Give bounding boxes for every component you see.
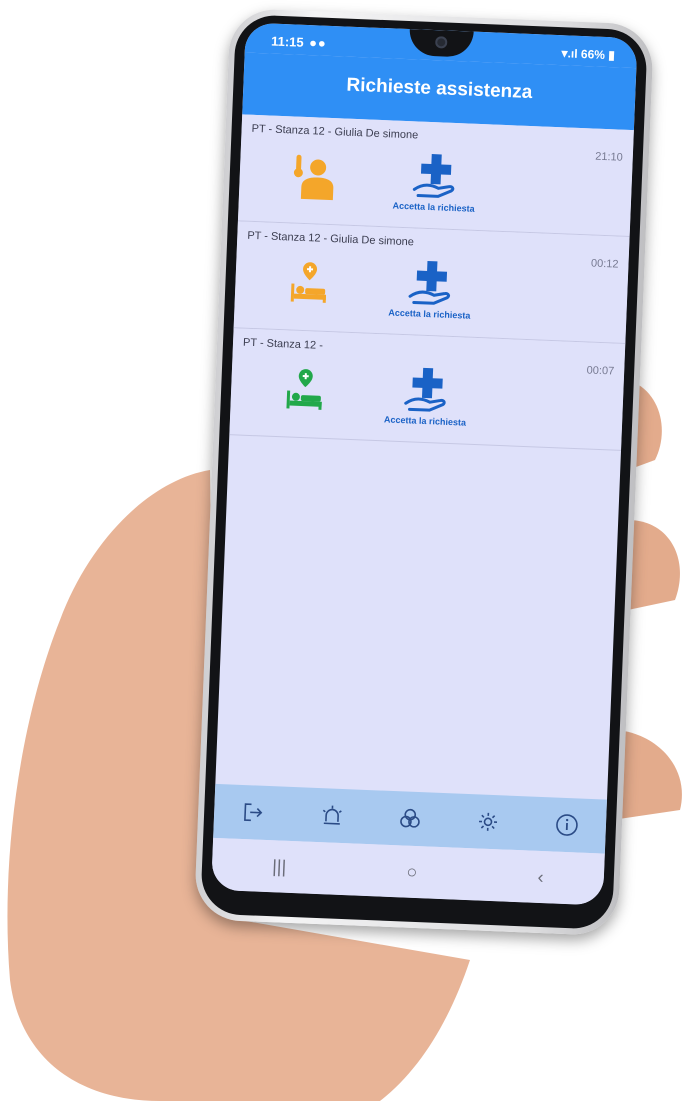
request-title: PT - Stanza 12 - Giulia De simone xyxy=(251,122,419,142)
request-time: 00:12 xyxy=(590,257,619,271)
back-button[interactable]: ‹ xyxy=(537,866,544,887)
request-card[interactable]: PT - Stanza 12 - 00:07 Accetta la richie… xyxy=(229,328,626,451)
request-list: PT - Stanza 12 - Giulia De simone 21:10 xyxy=(229,114,634,451)
accept-request-label: Accetta la richiesta xyxy=(392,200,475,214)
accept-request-button[interactable]: Accetta la richiesta xyxy=(378,150,491,222)
bed-alert-icon xyxy=(284,259,334,309)
phone-device: 11:15 ●● ▾.ıl 66% ▮ Richieste assistenza… xyxy=(193,7,655,937)
accept-request-label: Accetta la richiesta xyxy=(388,307,471,321)
status-time: 11:15 xyxy=(270,33,304,50)
care-hand-icon xyxy=(408,260,451,305)
phone-screen: 11:15 ●● ▾.ıl 66% ▮ Richieste assistenza… xyxy=(211,22,638,906)
battery-level: 66% xyxy=(580,46,606,62)
settings-icon[interactable] xyxy=(468,801,510,843)
notification-icons: ●● xyxy=(308,35,328,51)
logout-icon[interactable] xyxy=(233,792,275,834)
request-time: 21:10 xyxy=(595,150,624,164)
signal-icon: ▾.ıl xyxy=(561,46,582,61)
fever-person-icon xyxy=(289,152,339,202)
care-hand-icon xyxy=(404,367,446,412)
request-card[interactable]: PT - Stanza 12 - Giulia De simone 00:12 xyxy=(233,221,630,344)
home-button[interactable]: ○ xyxy=(406,861,418,882)
request-card[interactable]: PT - Stanza 12 - Giulia De simone 21:10 xyxy=(237,114,634,238)
request-time: 00:07 xyxy=(586,364,615,378)
accept-request-button[interactable]: Accetta la richiesta xyxy=(370,364,483,436)
status-right: ▾.ıl 66% ▮ xyxy=(561,46,615,62)
request-title: PT - Stanza 12 - xyxy=(242,336,324,352)
bed-alert-icon xyxy=(280,366,330,416)
accept-request-label: Accetta la richiesta xyxy=(383,414,467,428)
request-title: PT - Stanza 12 - Giulia De simone xyxy=(247,229,415,249)
care-hand-icon xyxy=(412,154,455,198)
page-title: Richieste assistenza xyxy=(346,74,533,104)
battery-icon: ▮ xyxy=(604,47,616,63)
alarm-light-icon[interactable] xyxy=(311,795,353,837)
pills-icon[interactable] xyxy=(389,798,431,840)
info-icon[interactable] xyxy=(546,804,588,846)
recents-button[interactable]: ||| xyxy=(272,856,287,878)
accept-request-button[interactable]: Accetta la richiesta xyxy=(374,257,487,329)
